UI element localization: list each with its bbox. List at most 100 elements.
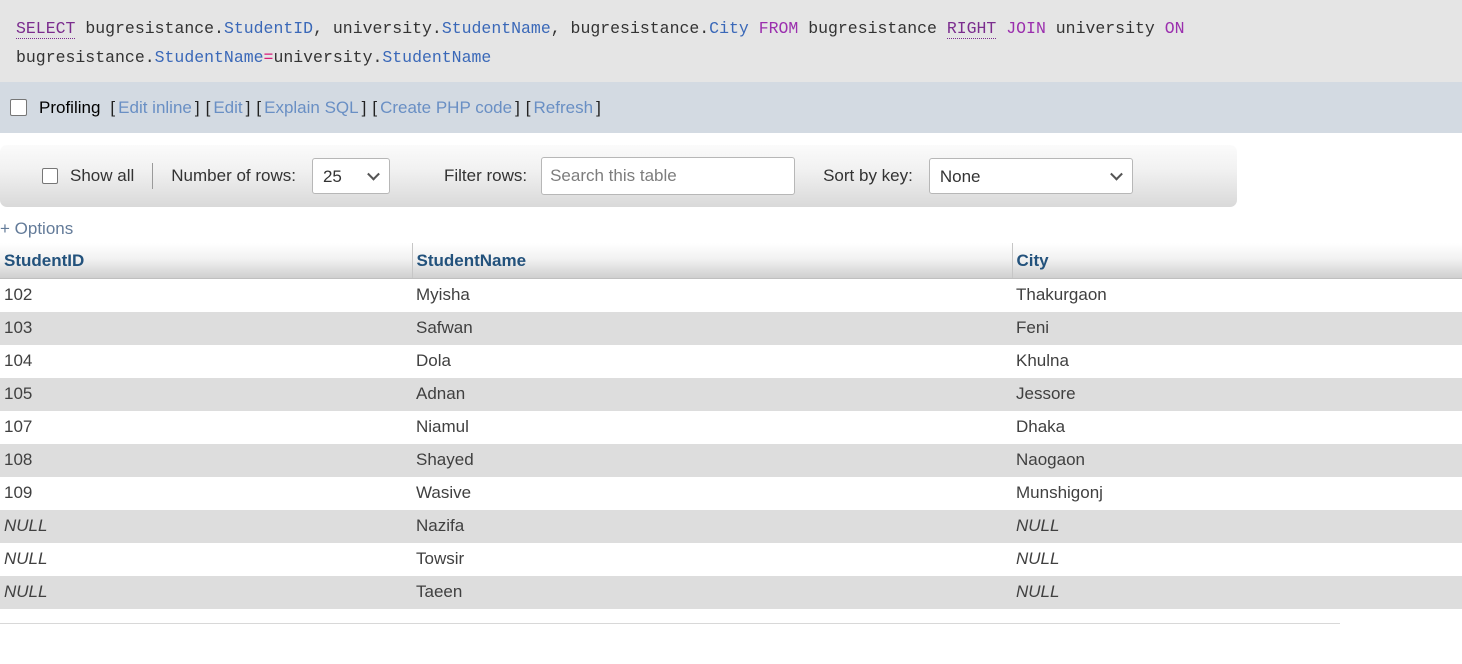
cell-city[interactable]: Khulna <box>1012 344 1462 378</box>
sql-token: university. <box>273 48 383 67</box>
results-table-body: 102 Myisha Thakurgaon 103 Safwan Feni 104 Dola K… <box>0 278 1462 609</box>
show-all-label: Show all <box>70 166 135 185</box>
cell-city[interactable]: NULL <box>1012 542 1462 576</box>
number-of-rows-select-wrap: 25 <box>311 158 390 194</box>
filter-rows-label: Filter rows: <box>443 166 528 185</box>
cell-studentid[interactable]: 109 <box>0 476 412 510</box>
cell-studentid[interactable]: 102 <box>0 278 412 312</box>
table-bottom-strip <box>0 608 1462 623</box>
table-row[interactable]: NULL Taeen NULL <box>0 575 1462 609</box>
cell-city[interactable]: Jessore <box>1012 377 1462 411</box>
cell-studentid[interactable]: 103 <box>0 311 412 345</box>
toolbar-divider <box>152 163 154 189</box>
column-header-city[interactable]: City <box>1011 243 1462 279</box>
cell-city[interactable]: Dhaka <box>1012 410 1462 444</box>
number-of-rows-select[interactable]: 25 <box>311 158 390 194</box>
cell-studentname[interactable]: Nazifa <box>412 509 1012 543</box>
bracket-close: ] <box>596 97 601 117</box>
cell-studentname[interactable]: Adnan <box>412 377 1012 411</box>
cell-studentname[interactable]: Myisha <box>412 278 1012 312</box>
table-row[interactable]: 103 Safwan Feni <box>0 311 1462 345</box>
sql-query-text: SELECT bugresistance.StudentID, universi… <box>16 19 1185 67</box>
bracket-open: [ <box>525 97 531 117</box>
table-row[interactable]: 102 Myisha Thakurgaon <box>0 278 1462 312</box>
bracket-close: ] <box>361 97 367 117</box>
cell-studentname[interactable]: Wasive <box>412 476 1012 510</box>
cell-studentname[interactable]: Taeen <box>412 575 1012 609</box>
profiling-link-create-php-code[interactable]: Create PHP code <box>380 98 512 117</box>
sql-token: bugresistance <box>798 19 947 38</box>
results-toolbar-wrap: Show all Number of rows: 25 Filter rows:… <box>0 133 1462 219</box>
options-toggle-link[interactable]: + Options <box>0 219 73 243</box>
profiling-link-refresh[interactable]: Refresh <box>534 98 594 117</box>
show-all-checkbox[interactable] <box>42 168 58 184</box>
cell-studentname[interactable]: Dola <box>412 344 1012 378</box>
profiling-bar: Profiling [Edit inline][Edit][Explain SQ… <box>0 82 1462 133</box>
cell-studentname[interactable]: Shayed <box>412 443 1012 477</box>
cell-studentid[interactable]: 104 <box>0 344 412 378</box>
sort-by-key-label: Sort by key: <box>823 166 913 185</box>
table-row[interactable]: 104 Dola Khulna <box>0 344 1462 378</box>
sql-token: bugresistance. <box>16 48 155 67</box>
cell-studentid[interactable]: 108 <box>0 443 412 477</box>
sort-by-key-select-wrap: None <box>928 158 1133 194</box>
cell-studentid[interactable]: NULL <box>0 509 412 543</box>
cell-city[interactable]: Naogaon <box>1012 443 1462 477</box>
table-row[interactable]: 108 Shayed Naogaon <box>0 443 1462 477</box>
profiling-link-edit[interactable]: Edit <box>213 98 242 117</box>
sql-token: City <box>709 19 749 38</box>
cell-studentid[interactable]: NULL <box>0 575 412 609</box>
table-header-row: StudentID StudentName City <box>0 243 1462 279</box>
sql-token: , <box>550 19 571 38</box>
profiling-label: Profiling <box>39 97 101 117</box>
table-row[interactable]: 109 Wasive Munshigonj <box>0 476 1462 510</box>
sql-token: RIGHT <box>946 19 997 39</box>
sql-token: StudentID <box>223 19 314 38</box>
table-row[interactable]: NULL Towsir NULL <box>0 542 1462 576</box>
cell-studentid[interactable]: 105 <box>0 377 412 411</box>
filter-rows-input[interactable] <box>541 157 796 195</box>
cell-studentid[interactable]: NULL <box>0 542 412 576</box>
bottom-divider <box>0 622 1340 624</box>
cell-city[interactable]: Thakurgaon <box>1012 278 1462 312</box>
column-header-studentid[interactable]: StudentID <box>0 243 412 279</box>
profiling-links: [Edit inline][Edit][Explain SQL][Create … <box>107 98 603 118</box>
profiling-link-edit-inline[interactable]: Edit inline <box>118 98 192 117</box>
table-row[interactable]: 105 Adnan Jessore <box>0 377 1462 411</box>
cell-city[interactable]: NULL <box>1012 509 1462 543</box>
cell-studentname[interactable]: Towsir <box>412 542 1012 576</box>
bracket-close: ] <box>194 97 200 117</box>
sql-query-box: SELECT bugresistance.StudentID, universi… <box>0 0 1462 82</box>
column-header-studentname[interactable]: StudentName <box>411 243 1012 279</box>
cell-studentid[interactable]: 107 <box>0 410 412 444</box>
sql-token: bugresistance. <box>85 19 224 38</box>
table-row[interactable]: NULL Nazifa NULL <box>0 509 1462 543</box>
sql-token: StudentName <box>382 48 492 67</box>
sql-token: university. <box>332 19 442 38</box>
sql-token: university <box>1045 19 1165 38</box>
sql-token: FROM <box>758 19 799 38</box>
cell-city[interactable]: Munshigonj <box>1012 476 1462 510</box>
sql-token: StudentName <box>441 19 551 38</box>
sql-token: StudentName <box>154 48 264 67</box>
sql-token: bugresistance. <box>570 19 710 38</box>
bracket-open: [ <box>256 97 262 117</box>
sql-token: = <box>263 48 274 67</box>
cell-studentname[interactable]: Safwan <box>412 311 1012 345</box>
profiling-link-explain-sql[interactable]: Explain SQL <box>264 98 359 117</box>
bracket-close: ] <box>245 97 251 117</box>
bracket-open: [ <box>372 97 378 117</box>
profiling-checkbox[interactable] <box>10 99 27 116</box>
sql-token: JOIN <box>1006 19 1046 38</box>
table-row[interactable]: 107 Niamul Dhaka <box>0 410 1462 444</box>
bracket-open: [ <box>110 97 116 117</box>
sql-token: , <box>313 19 333 38</box>
cell-studentname[interactable]: Niamul <box>412 410 1012 444</box>
cell-city[interactable]: Feni <box>1012 311 1462 345</box>
cell-city[interactable]: NULL <box>1012 575 1462 609</box>
number-of-rows-label: Number of rows: <box>171 166 296 185</box>
sort-by-key-select[interactable]: None <box>928 158 1133 194</box>
